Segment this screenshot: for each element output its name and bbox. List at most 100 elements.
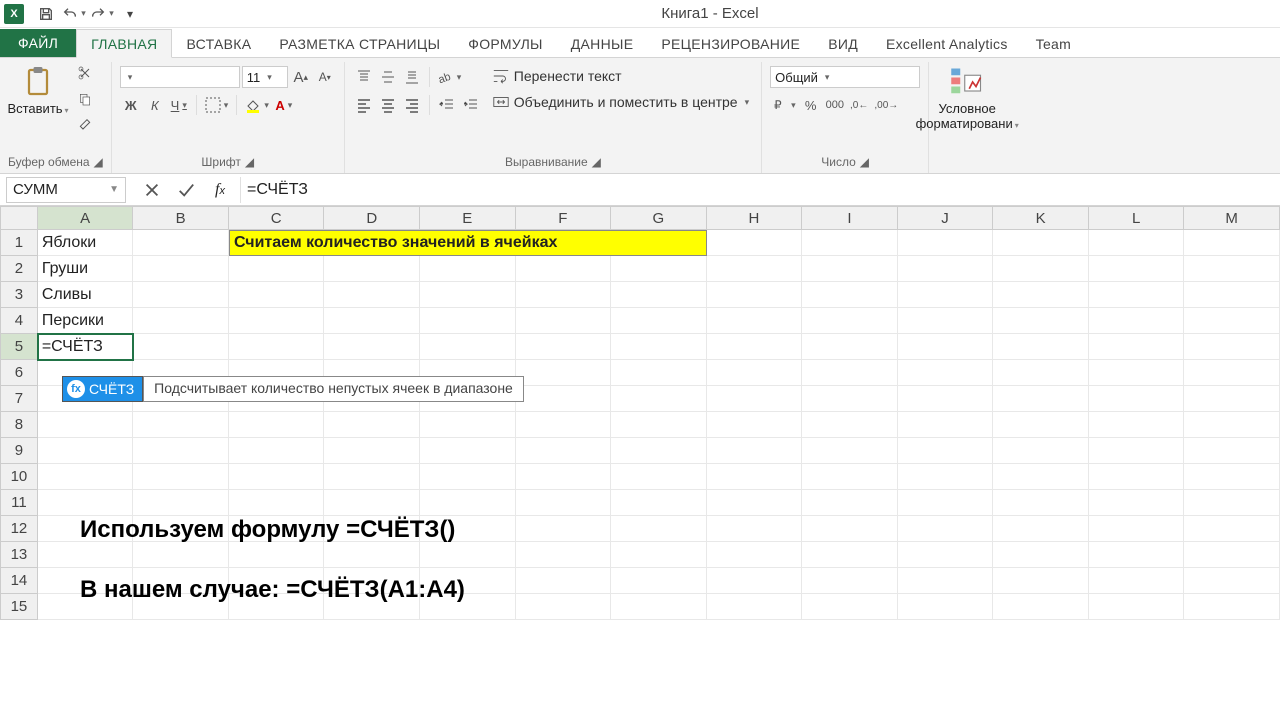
cell-E3[interactable] xyxy=(420,282,516,308)
align-top-button[interactable] xyxy=(353,66,375,88)
cell-J3[interactable] xyxy=(898,282,994,308)
cell-H6[interactable] xyxy=(707,360,803,386)
cell-M10[interactable] xyxy=(1184,464,1280,490)
cell-I14[interactable] xyxy=(802,568,898,594)
cell-M3[interactable] xyxy=(1184,282,1280,308)
formula-input[interactable]: =СЧЁТЗ xyxy=(240,177,1280,203)
cell-J9[interactable] xyxy=(898,438,994,464)
cell-K10[interactable] xyxy=(993,464,1089,490)
cell-H14[interactable] xyxy=(707,568,803,594)
tab-page-layout[interactable]: РАЗМЕТКА СТРАНИЦЫ xyxy=(265,30,454,57)
cell-H12[interactable] xyxy=(707,516,803,542)
cell-M13[interactable] xyxy=(1184,542,1280,568)
cell-C10[interactable] xyxy=(229,464,325,490)
cell-E10[interactable] xyxy=(420,464,516,490)
column-header-F[interactable]: F xyxy=(516,206,612,230)
cell-J2[interactable] xyxy=(898,256,994,282)
cell-B13[interactable] xyxy=(133,542,229,568)
cell-H3[interactable] xyxy=(707,282,803,308)
row-header-5[interactable]: 5 xyxy=(0,334,38,360)
cell-A10[interactable] xyxy=(38,464,134,490)
borders-button[interactable] xyxy=(203,94,231,116)
cell-J7[interactable] xyxy=(898,386,994,412)
merge-center-button[interactable]: Объединить и поместить в центре xyxy=(488,92,753,112)
cell-D13[interactable] xyxy=(324,542,420,568)
insert-function-button[interactable]: fx xyxy=(208,178,232,202)
accounting-format-button[interactable]: ₽ xyxy=(770,94,798,116)
cell-L15[interactable] xyxy=(1089,594,1185,620)
column-header-D[interactable]: D xyxy=(324,206,420,230)
cell-K8[interactable] xyxy=(993,412,1089,438)
orientation-button[interactable]: ab xyxy=(436,66,464,88)
cell-I6[interactable] xyxy=(802,360,898,386)
cell-A3[interactable]: Сливы xyxy=(38,282,134,308)
enter-formula-button[interactable] xyxy=(174,178,198,202)
fill-color-button[interactable] xyxy=(243,94,271,116)
cut-button[interactable] xyxy=(74,62,96,84)
align-left-button[interactable] xyxy=(353,94,375,116)
cell-F5[interactable] xyxy=(516,334,612,360)
row-header-7[interactable]: 7 xyxy=(0,386,38,412)
cancel-formula-button[interactable] xyxy=(140,178,164,202)
format-painter-button[interactable] xyxy=(74,114,96,136)
name-box[interactable]: СУММ ▼ xyxy=(6,177,126,203)
tab-file[interactable]: ФАЙЛ xyxy=(0,29,76,57)
cell-F15[interactable] xyxy=(516,594,612,620)
tab-home[interactable]: ГЛАВНАЯ xyxy=(76,29,172,58)
column-header-J[interactable]: J xyxy=(898,206,994,230)
conditional-formatting-button[interactable]: Условное форматировани xyxy=(937,62,997,132)
decrease-decimal-button[interactable]: ,00→ xyxy=(872,94,900,116)
cell-G6[interactable] xyxy=(611,360,707,386)
redo-button[interactable] xyxy=(90,2,114,26)
dialog-launcher-icon[interactable]: ◢ xyxy=(592,155,601,169)
cell-H9[interactable] xyxy=(707,438,803,464)
cell-J5[interactable] xyxy=(898,334,994,360)
cell-J8[interactable] xyxy=(898,412,994,438)
cell-G12[interactable] xyxy=(611,516,707,542)
cell-E11[interactable] xyxy=(420,490,516,516)
increase-indent-button[interactable] xyxy=(460,94,482,116)
cell-F6[interactable] xyxy=(516,360,612,386)
cell-G2[interactable] xyxy=(611,256,707,282)
cell-M14[interactable] xyxy=(1184,568,1280,594)
dialog-launcher-icon[interactable]: ◢ xyxy=(860,155,869,169)
underline-button[interactable]: Ч xyxy=(168,94,190,116)
cell-M5[interactable] xyxy=(1184,334,1280,360)
cell-J1[interactable] xyxy=(898,230,994,256)
function-suggestion[interactable]: fx СЧЁТЗ xyxy=(62,376,143,402)
row-header-3[interactable]: 3 xyxy=(0,282,38,308)
shrink-font-button[interactable]: A▾ xyxy=(314,66,336,88)
cell-K1[interactable] xyxy=(993,230,1089,256)
undo-button[interactable] xyxy=(62,2,86,26)
cell-E2[interactable] xyxy=(420,256,516,282)
cell-C8[interactable] xyxy=(229,412,325,438)
cell-F7[interactable] xyxy=(516,386,612,412)
cell-G10[interactable] xyxy=(611,464,707,490)
percent-format-button[interactable]: % xyxy=(800,94,822,116)
cell-L13[interactable] xyxy=(1089,542,1185,568)
column-header-H[interactable]: H xyxy=(707,206,803,230)
row-header-13[interactable]: 13 xyxy=(0,542,38,568)
cell-A1[interactable]: Яблоки xyxy=(38,230,134,256)
cell-L4[interactable] xyxy=(1089,308,1185,334)
row-header-1[interactable]: 1 xyxy=(0,230,38,256)
cell-F9[interactable] xyxy=(516,438,612,464)
align-center-button[interactable] xyxy=(377,94,399,116)
cell-C9[interactable] xyxy=(229,438,325,464)
tab-review[interactable]: РЕЦЕНЗИРОВАНИЕ xyxy=(647,30,814,57)
cell-A13[interactable] xyxy=(38,542,134,568)
cell-L3[interactable] xyxy=(1089,282,1185,308)
column-header-C[interactable]: C xyxy=(229,206,325,230)
cell-L8[interactable] xyxy=(1089,412,1185,438)
cell-F2[interactable] xyxy=(516,256,612,282)
cell-K4[interactable] xyxy=(993,308,1089,334)
cell-E9[interactable] xyxy=(420,438,516,464)
cell-F12[interactable] xyxy=(516,516,612,542)
row-header-4[interactable]: 4 xyxy=(0,308,38,334)
column-header-A[interactable]: A xyxy=(38,206,134,230)
row-header-11[interactable]: 11 xyxy=(0,490,38,516)
cell-C1[interactable]: Считаем количество значений в ячейках xyxy=(229,230,707,256)
cell-L9[interactable] xyxy=(1089,438,1185,464)
cell-E13[interactable] xyxy=(420,542,516,568)
cell-A9[interactable] xyxy=(38,438,134,464)
